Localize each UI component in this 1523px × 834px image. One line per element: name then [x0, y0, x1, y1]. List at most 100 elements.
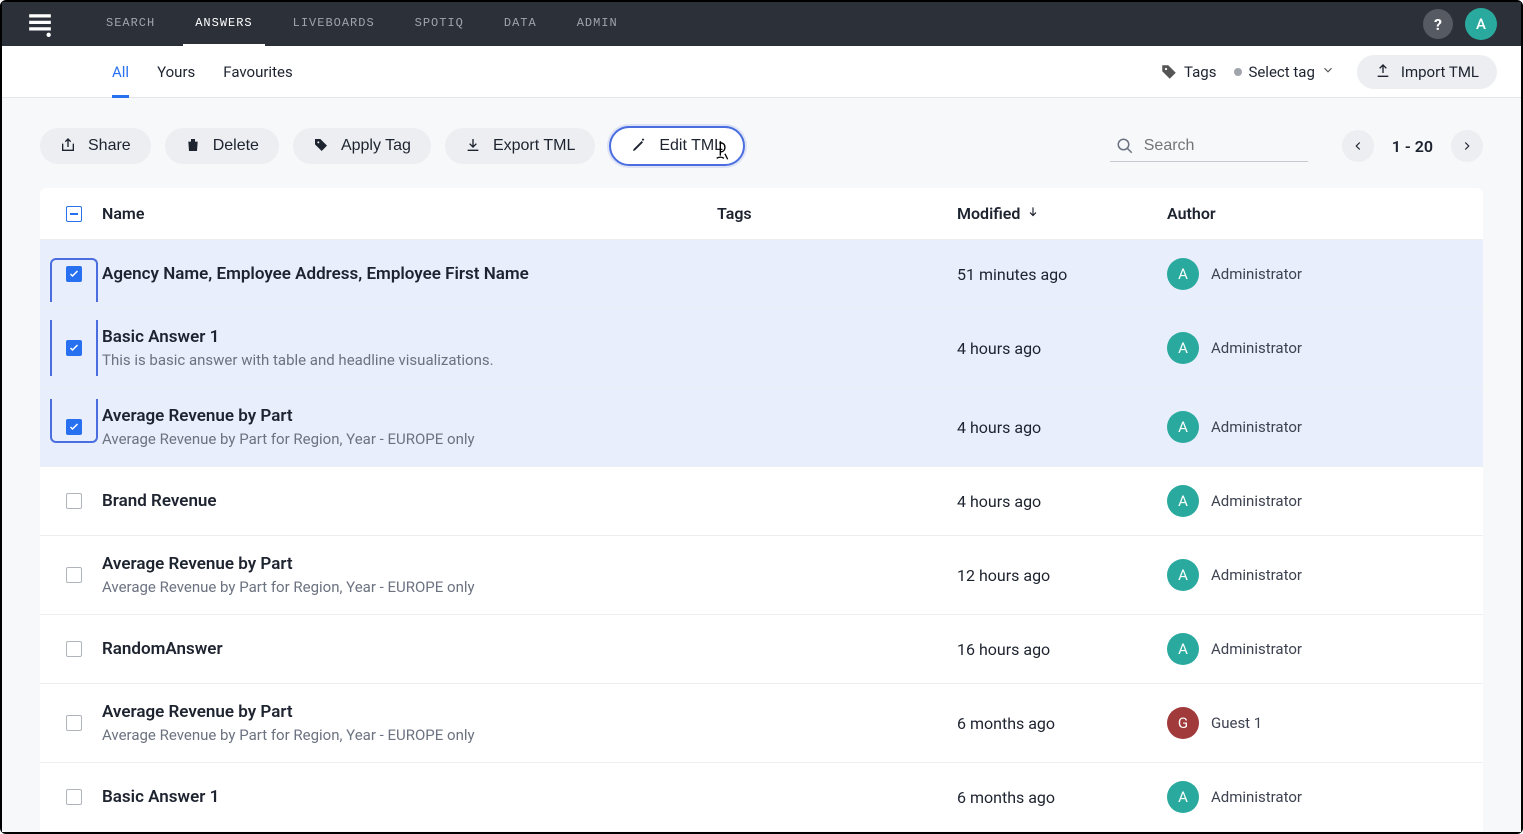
delete-button[interactable]: Delete — [165, 128, 279, 164]
select-all-checkbox[interactable] — [66, 206, 82, 222]
trash-icon — [185, 137, 203, 155]
author-avatar: A — [1167, 633, 1199, 665]
author-avatar: A — [1167, 559, 1199, 591]
tab-yours[interactable]: Yours — [157, 47, 195, 97]
delete-label: Delete — [213, 137, 259, 155]
search-input[interactable] — [1144, 137, 1302, 155]
import-tml-button[interactable]: Import TML — [1357, 55, 1497, 89]
row-title: Basic Answer 1 — [102, 787, 717, 807]
row-description: Average Revenue by Part for Region, Year… — [102, 430, 717, 448]
table-row[interactable]: Average Revenue by PartAverage Revenue b… — [40, 683, 1483, 762]
table-row[interactable]: Average Revenue by Part Average Revenue b… — [40, 535, 1483, 614]
table-row[interactable]: Average Revenue by Part Average Revenue b… — [40, 387, 1483, 466]
nav-item-liveboards[interactable]: LIVEBOARDS — [281, 2, 387, 47]
row-author: A Administrator — [1167, 781, 1467, 813]
share-icon — [60, 137, 78, 155]
row-modified: 51 minutes ago — [957, 265, 1167, 284]
tab-all[interactable]: All — [112, 47, 129, 97]
table-row[interactable]: Brand Revenue4 hours agoAAdministrator — [40, 466, 1483, 535]
row-checkbox[interactable] — [66, 789, 82, 805]
author-name: Administrator — [1211, 566, 1302, 584]
row-checkbox[interactable] — [66, 493, 82, 509]
nav-item-spotiq[interactable]: SPOTIQ — [403, 2, 476, 47]
page-range: 1 - 20 — [1382, 137, 1443, 156]
row-author: A Administrator — [1167, 633, 1467, 665]
row-checkbox[interactable] — [66, 567, 82, 583]
user-avatar[interactable]: A — [1465, 8, 1497, 40]
author-avatar: G — [1167, 707, 1199, 739]
author-name: Administrator — [1211, 492, 1302, 510]
header-modified[interactable]: Modified — [957, 204, 1167, 223]
nav-items: SEARCH ANSWERS LIVEBOARDS SPOTIQ DATA ADMIN — [94, 2, 1423, 47]
nav-item-search[interactable]: SEARCH — [94, 2, 167, 47]
share-label: Share — [88, 137, 131, 155]
share-button[interactable]: Share — [40, 128, 151, 164]
nav-item-admin[interactable]: ADMIN — [565, 2, 630, 47]
author-name: Administrator — [1211, 339, 1302, 357]
row-modified: 16 hours ago — [957, 640, 1167, 659]
table-row[interactable]: Basic Answer 1 This is basic answer with … — [40, 308, 1483, 387]
row-author: G Guest 1 — [1167, 707, 1467, 739]
import-label: Import TML — [1401, 63, 1479, 81]
row-checkbox[interactable] — [66, 419, 82, 435]
sub-nav: All Yours Favourites Tags Select tag Impor… — [2, 46, 1521, 98]
nav-item-data[interactable]: DATA — [492, 2, 549, 47]
row-modified: 6 months ago — [957, 714, 1167, 733]
nav-item-answers[interactable]: ANSWERS — [183, 2, 264, 47]
dot-icon — [1234, 68, 1242, 76]
row-author: A Administrator — [1167, 559, 1467, 591]
sort-down-icon — [1026, 205, 1044, 223]
select-tag-label: Select tag — [1248, 63, 1314, 81]
row-checkbox[interactable] — [66, 641, 82, 657]
row-title: Average Revenue by Part — [102, 406, 717, 426]
tab-favourites[interactable]: Favourites — [223, 47, 292, 97]
header-name[interactable]: Name — [92, 204, 717, 223]
table-row[interactable]: Basic Answer 1 6 months agoA Administrator — [40, 762, 1483, 831]
row-modified: 4 hours ago — [957, 339, 1167, 358]
author-avatar: A — [1167, 781, 1199, 813]
row-modified: 4 hours ago — [957, 492, 1167, 511]
header-author[interactable]: Author — [1167, 204, 1467, 223]
help-button[interactable]: ? — [1423, 9, 1453, 39]
author-name: Administrator — [1211, 788, 1302, 806]
pencil-icon — [631, 137, 649, 155]
action-toolbar: Share Delete Apply Tag Export TML Edit T… — [2, 98, 1521, 188]
row-modified: 12 hours ago — [957, 566, 1167, 585]
cursor-icon — [713, 140, 735, 162]
row-description: This is basic answer with table and head… — [102, 351, 717, 369]
table-row[interactable]: Agency Name, Employee Address, Employee … — [40, 239, 1483, 308]
export-tml-button[interactable]: Export TML — [445, 128, 595, 164]
header-tags[interactable]: Tags — [717, 204, 957, 223]
author-name: Guest 1 — [1211, 714, 1262, 732]
row-title: Agency Name, Employee Address, Employee … — [102, 264, 717, 284]
export-tml-label: Export TML — [493, 137, 575, 155]
content-area: Share Delete Apply Tag Export TML Edit T… — [2, 98, 1521, 832]
top-nav: SEARCH ANSWERS LIVEBOARDS SPOTIQ DATA ADMIN ?… — [2, 2, 1521, 46]
pagination: 1 - 20 — [1342, 130, 1483, 162]
row-title: Average Revenue by Part — [102, 554, 717, 574]
prev-page-button[interactable] — [1342, 130, 1374, 162]
row-modified: 6 months ago — [957, 788, 1167, 807]
app-logo[interactable] — [26, 10, 54, 38]
search-box[interactable] — [1110, 131, 1308, 162]
author-name: Administrator — [1211, 640, 1302, 658]
row-title: Basic Answer 1 — [102, 327, 717, 347]
select-tag-dropdown[interactable]: Select tag — [1234, 63, 1338, 81]
row-checkbox[interactable] — [66, 340, 82, 356]
author-name: Administrator — [1211, 265, 1302, 283]
author-avatar: A — [1167, 411, 1199, 443]
next-page-button[interactable] — [1451, 130, 1483, 162]
row-description: Average Revenue by Part for Region, Year… — [102, 578, 717, 596]
apply-tag-label: Apply Tag — [341, 137, 411, 155]
apply-tag-button[interactable]: Apply Tag — [293, 128, 431, 164]
row-checkbox[interactable] — [66, 266, 82, 282]
row-title: Brand Revenue — [102, 491, 717, 511]
tags-link[interactable]: Tags — [1160, 63, 1216, 81]
row-title: RandomAnswer — [102, 639, 717, 659]
table-row[interactable]: RandomAnswer 16 hours agoA Administrator — [40, 614, 1483, 683]
row-checkbox[interactable] — [66, 715, 82, 731]
row-description: Average Revenue by Part for Region, Year… — [102, 726, 717, 744]
author-avatar: A — [1167, 258, 1199, 290]
row-author: AAdministrator — [1167, 411, 1467, 443]
answers-table: Name Tags Modified Author Agency Name, E… — [40, 188, 1483, 831]
